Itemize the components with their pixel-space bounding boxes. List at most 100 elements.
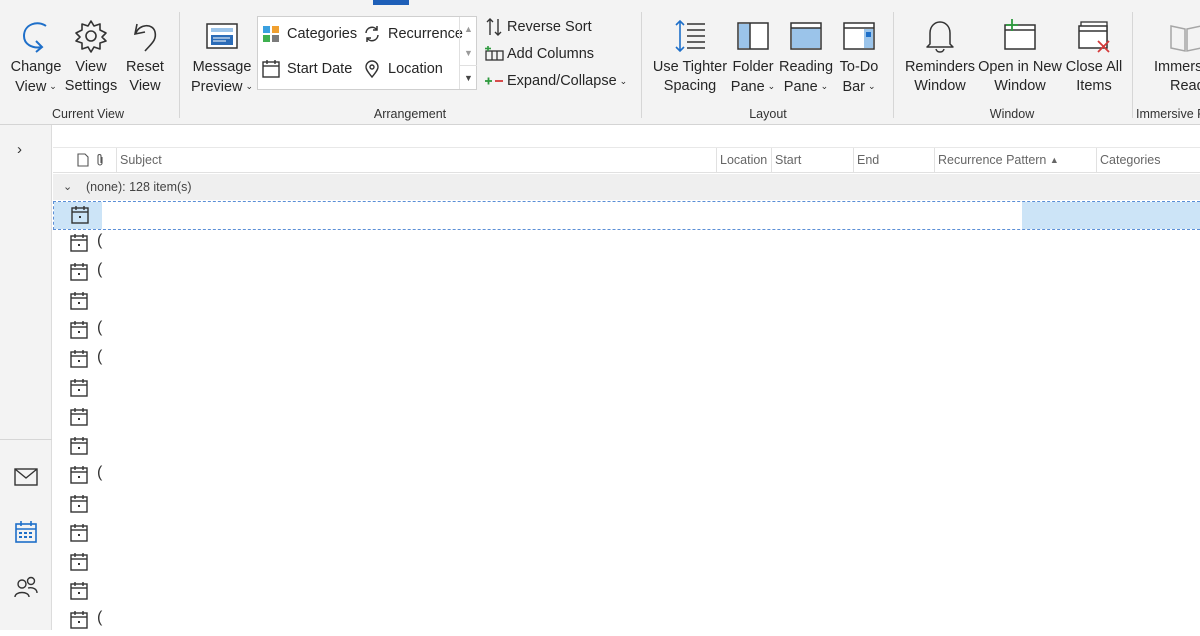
reverse-sort-button[interactable]: Reverse Sort [484, 17, 592, 37]
gallery-scroll-down-icon[interactable]: ▼ [460, 41, 477, 65]
reverse-sort-icon [484, 17, 504, 37]
people-icon[interactable] [13, 574, 39, 600]
table-row[interactable] [53, 520, 1200, 549]
selection-highlight [1022, 202, 1200, 229]
table-row[interactable]: ( [53, 462, 1200, 491]
reading-pane-button[interactable]: Reading Pane ⌄ [779, 14, 833, 97]
change-view-button[interactable]: Change View ⌄ [8, 14, 64, 97]
column-end[interactable]: End [853, 148, 934, 173]
gallery-scroll[interactable]: ▲ ▼ ▼ [459, 17, 477, 89]
table-row[interactable]: ( [53, 607, 1200, 636]
group-separator [893, 12, 894, 118]
expand-folder-pane-icon[interactable]: › [17, 141, 22, 158]
reset-view-button[interactable]: Reset View [121, 14, 169, 96]
arrange-location-option[interactable]: Location [362, 59, 443, 79]
group-separator [179, 12, 180, 118]
table-row-selected[interactable] [53, 201, 1200, 230]
column-recurrence-pattern[interactable]: Recurrence Pattern ▲ [934, 148, 1096, 173]
arrange-start-date-option[interactable]: Start Date [261, 59, 352, 79]
expand-collapse-icon [484, 71, 504, 91]
close-all-icon [1076, 14, 1112, 58]
reset-icon [127, 14, 163, 58]
immersive-reader-button[interactable]: ImmersReade [1148, 14, 1200, 96]
item-list: Subject Location Start End Recurrence Pa… [53, 125, 1200, 630]
add-columns-icon [484, 44, 504, 64]
group-label-immersive: Immersive R [1136, 107, 1200, 121]
reading-pane-icon [788, 14, 824, 58]
table-row[interactable] [53, 375, 1200, 404]
sort-ascending-icon: ▲ [1049, 155, 1059, 165]
appointment-icon [70, 553, 88, 571]
arrangement-gallery: Categories Recurrence Start Date Locatio… [257, 16, 477, 90]
column-location[interactable]: Location [716, 148, 771, 173]
message-preview-button[interactable]: Message Preview ⌄ [190, 14, 254, 97]
bell-icon [922, 14, 958, 58]
todo-bar-button[interactable]: To-Do Bar ⌄ [836, 14, 882, 97]
appointment-icon [70, 466, 88, 484]
row-subject-text: ( [97, 261, 103, 278]
row-subject-text: ( [97, 319, 103, 336]
tighter-spacing-button[interactable]: Use Tighter Spacing [652, 14, 728, 96]
table-row[interactable]: ( [53, 346, 1200, 375]
appointment-icon [70, 292, 88, 310]
appointment-icon [70, 350, 88, 368]
appointment-icon [70, 437, 88, 455]
column-start[interactable]: Start [771, 148, 853, 173]
table-row[interactable] [53, 491, 1200, 520]
row-subject-text: ( [97, 464, 103, 481]
add-columns-button[interactable]: Add Columns [484, 44, 594, 64]
group-label-arrangement: Arrangement [373, 107, 447, 121]
table-row[interactable] [53, 549, 1200, 578]
table-row[interactable] [53, 404, 1200, 433]
group-label-window: Window [989, 107, 1035, 121]
arrange-recurrence-option[interactable]: Recurrence [362, 24, 463, 44]
navigation-rail: › [0, 125, 52, 630]
group-header-row[interactable]: ⌄ (none): 128 item(s) [53, 174, 1200, 200]
column-header: Subject Location Start End Recurrence Pa… [53, 147, 1200, 173]
appointment-icon [71, 206, 89, 224]
table-row[interactable] [53, 578, 1200, 607]
gallery-scroll-up-icon[interactable]: ▲ [460, 17, 477, 41]
appointment-icon [70, 263, 88, 281]
active-tab-indicator [373, 0, 409, 5]
folder-pane-button[interactable]: Folder Pane ⌄ [730, 14, 776, 97]
gear-icon [73, 14, 109, 58]
rail-separator [0, 439, 52, 440]
collapse-group-icon[interactable]: ⌄ [63, 174, 72, 200]
mail-icon[interactable] [13, 464, 39, 490]
group-separator [641, 12, 642, 118]
table-row[interactable] [53, 433, 1200, 462]
reminders-window-button[interactable]: Reminders Window [904, 14, 976, 96]
immersive-reader-icon [1168, 14, 1200, 58]
row-subject-text: ( [97, 609, 103, 626]
view-settings-button[interactable]: View Settings [63, 14, 119, 96]
folder-pane-icon [735, 14, 771, 58]
appointment-icon [70, 524, 88, 542]
categories-icon [261, 24, 281, 44]
open-new-window-icon [1002, 14, 1038, 58]
table-row[interactable]: ( [53, 259, 1200, 288]
recurrence-icon [362, 24, 382, 44]
arrange-categories-option[interactable]: Categories [261, 24, 357, 44]
appointment-icon [70, 611, 88, 629]
column-categories[interactable]: Categories [1096, 148, 1200, 173]
todo-bar-icon [841, 14, 877, 58]
appointment-icon [70, 495, 88, 513]
appointment-icon [70, 408, 88, 426]
table-row[interactable]: ( [53, 317, 1200, 346]
open-new-window-button[interactable]: Open in New Window [978, 14, 1062, 96]
gallery-more-icon[interactable]: ▼ [460, 65, 477, 89]
appointment-icon [70, 582, 88, 600]
table-row[interactable] [53, 288, 1200, 317]
table-row[interactable]: ( [53, 230, 1200, 259]
calendar-nav-icon[interactable] [13, 519, 39, 545]
appointment-icon [70, 321, 88, 339]
attachment-column-icon[interactable] [95, 153, 105, 167]
column-subject[interactable]: Subject [116, 148, 716, 173]
item-type-column-icon[interactable] [77, 153, 89, 167]
calendar-icon [261, 59, 281, 79]
close-all-items-button[interactable]: Close All Items [1064, 14, 1124, 96]
group-label-current-view: Current View [51, 107, 125, 121]
expand-collapse-button[interactable]: Expand/Collapse ⌄ [484, 71, 627, 91]
ribbon: Change View ⌄ View Settings Reset View Curre… [0, 0, 1200, 125]
